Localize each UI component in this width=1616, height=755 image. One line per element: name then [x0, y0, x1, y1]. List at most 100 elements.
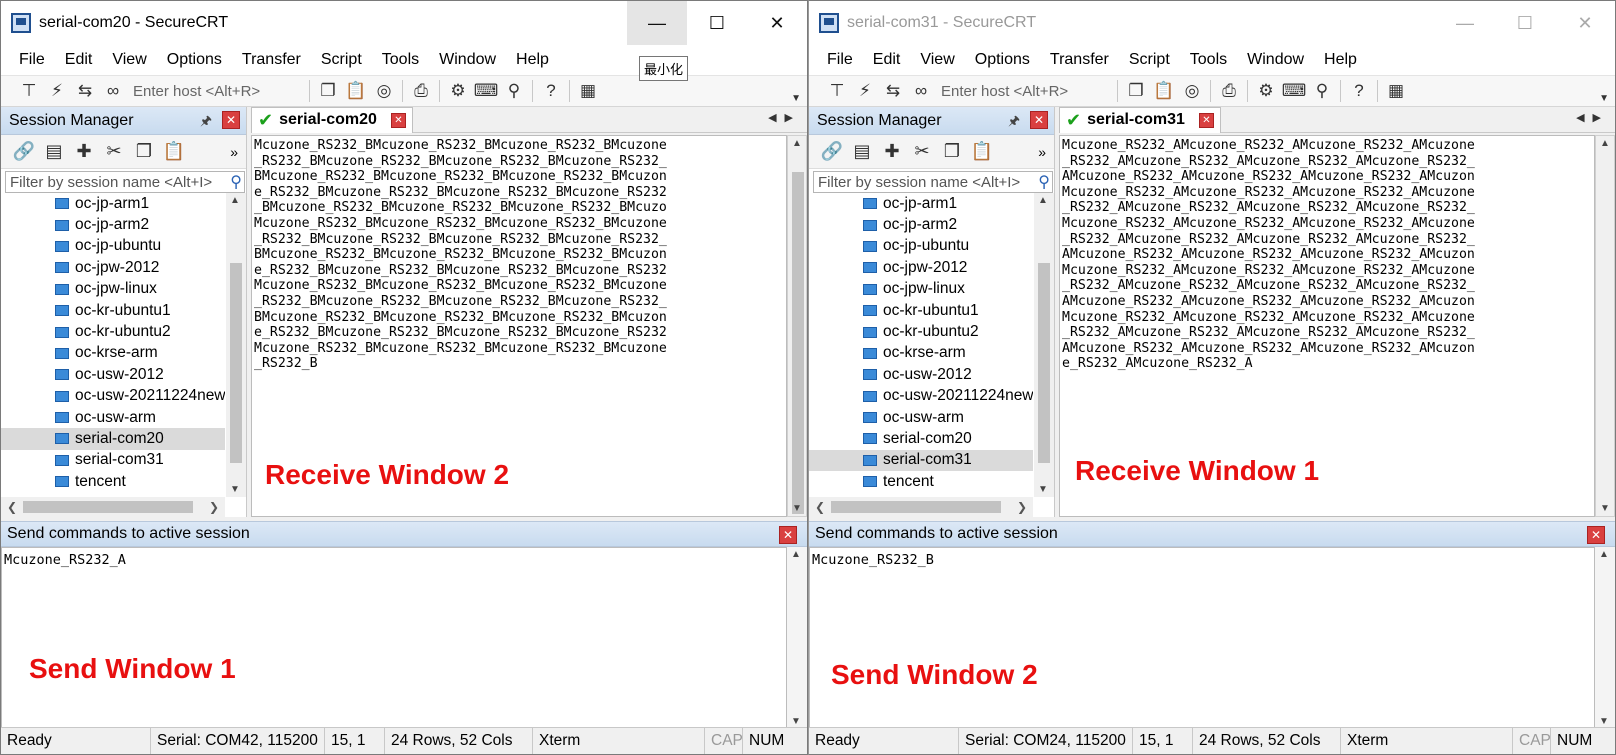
find-icon[interactable]: ◎ [1178, 78, 1206, 104]
more-chevron-icon[interactable]: » [230, 144, 238, 160]
hscroll-thumb[interactable] [831, 501, 1001, 513]
print-icon[interactable]: ⎙ [1215, 78, 1243, 104]
terminal-scrollbar[interactable]: ▲ ▼ [787, 135, 807, 517]
session-item[interactable]: oc-jp-arm2 [809, 214, 1033, 235]
session-item[interactable]: oc-krse-arm [1, 343, 225, 364]
scroll-up-icon[interactable]: ▲ [791, 549, 801, 560]
cut-icon[interactable]: ✂ [907, 139, 937, 165]
menu-script[interactable]: Script [311, 51, 372, 69]
session-tree-hscrollbar[interactable]: ❮ ❯ [809, 497, 1033, 517]
host-input[interactable]: Enter host <Alt+R> [127, 79, 305, 103]
scroll-left-icon[interactable]: ❮ [815, 500, 825, 514]
link-icon[interactable]: 🔗 [9, 139, 39, 165]
scroll-down-icon[interactable]: ▼ [230, 484, 240, 495]
close-tab-button[interactable]: ✕ [390, 112, 406, 128]
more-chevron-icon[interactable]: » [1038, 144, 1046, 160]
scroll-thumb[interactable] [230, 263, 242, 463]
reconnect-icon[interactable]: ⇆ [71, 78, 99, 104]
session-item[interactable]: serial-com20 [809, 428, 1033, 449]
session-item[interactable]: oc-jpw-2012 [1, 257, 225, 278]
quick-connect-icon[interactable]: ⚡ [851, 78, 879, 104]
terminal-scrollbar[interactable]: ▲ ▼ [1595, 135, 1615, 517]
session-item-selected[interactable]: serial-com31 [809, 449, 1033, 472]
menu-tools[interactable]: Tools [372, 51, 429, 69]
session-item[interactable]: oc-jp-ubuntu [809, 236, 1033, 257]
session-item[interactable]: oc-kr-ubuntu2 [809, 321, 1033, 342]
copy-icon[interactable]: ❐ [1122, 78, 1150, 104]
scroll-thumb[interactable] [1038, 263, 1050, 463]
session-item[interactable]: oc-jp-arm2 [1, 214, 225, 235]
scroll-up-icon[interactable]: ▲ [1038, 195, 1048, 206]
session-item[interactable]: oc-kr-ubuntu2 [1, 321, 225, 342]
menu-script[interactable]: Script [1119, 51, 1180, 69]
session-tree-scrollbar[interactable]: ▲ ▼ [1034, 193, 1054, 497]
pin-icon[interactable]: 🖈 [1008, 112, 1020, 134]
copy-icon[interactable]: ❐ [314, 78, 342, 104]
session-filter-input[interactable]: Filter by session name <Alt+I> ⚲ [5, 171, 245, 193]
menu-transfer[interactable]: Transfer [1040, 51, 1119, 69]
close-session-manager-button[interactable]: ✕ [1030, 111, 1048, 129]
maximize-button[interactable]: ☐ [687, 1, 747, 45]
title-bar[interactable]: serial-com20 - SecureCRT — ☐ ✕ [1, 1, 807, 45]
host-input[interactable]: Enter host <Alt+R> [935, 79, 1113, 103]
scroll-down-icon[interactable]: ▼ [1600, 503, 1610, 514]
paste-icon[interactable]: 📋 [1150, 78, 1178, 104]
session-item[interactable]: oc-usw-2012 [1, 364, 225, 385]
session-item[interactable]: oc-kr-ubuntu1 [1, 300, 225, 321]
keymap-icon[interactable]: ⌨ [472, 78, 500, 104]
menu-help[interactable]: Help [506, 51, 559, 69]
paste-session-icon[interactable]: 📋 [159, 139, 189, 165]
menu-transfer[interactable]: Transfer [232, 51, 311, 69]
scroll-down-icon[interactable]: ▼ [1599, 716, 1609, 727]
settings-gear-icon[interactable]: ⚙ [444, 78, 472, 104]
send-command-input[interactable]: Mcuzone_RS232_A [1, 547, 787, 729]
menu-window[interactable]: Window [1237, 51, 1314, 69]
session-item[interactable]: oc-jpw-linux [809, 279, 1033, 300]
search-icon[interactable]: ⚲ [230, 172, 242, 192]
close-session-manager-button[interactable]: ✕ [222, 111, 240, 129]
terminal-scroll-thumb[interactable] [792, 172, 804, 514]
hscroll-thumb[interactable] [23, 501, 193, 513]
session-item[interactable]: oc-usw-20211224new [809, 386, 1033, 407]
key-agent-icon[interactable]: ⚲ [500, 78, 528, 104]
scroll-left-icon[interactable]: ❮ [7, 500, 17, 514]
session-item[interactable]: oc-jp-arm1 [809, 193, 1033, 214]
session-item-selected[interactable]: serial-com20 [1, 428, 225, 450]
search-icon[interactable]: ⚲ [1038, 172, 1050, 192]
tab-scroll-arrows-icon[interactable]: ◀▶ [1576, 111, 1609, 124]
menu-options[interactable]: Options [965, 51, 1040, 69]
quick-connect-icon[interactable]: ⚡ [43, 78, 71, 104]
session-item[interactable]: oc-jpw-linux [1, 279, 225, 300]
session-item[interactable]: oc-kr-ubuntu1 [809, 300, 1033, 321]
session-tree-hscrollbar[interactable]: ❮ ❯ [1, 497, 225, 517]
link-icon[interactable]: 🔗 [817, 139, 847, 165]
session-item[interactable]: oc-usw-2012 [809, 364, 1033, 385]
menu-file[interactable]: File [817, 51, 863, 69]
cut-icon[interactable]: ✂ [99, 139, 129, 165]
scroll-up-icon[interactable]: ▲ [792, 138, 802, 149]
pin-icon[interactable]: 🖈 [200, 112, 212, 134]
print-icon[interactable]: ⎙ [407, 78, 435, 104]
session-item[interactable]: oc-usw-arm [1, 407, 225, 428]
tab-window-icon[interactable]: ▤ [847, 139, 877, 165]
help-question-icon[interactable]: ? [537, 78, 565, 104]
menu-view[interactable]: View [102, 51, 156, 69]
scroll-right-icon[interactable]: ❯ [1017, 500, 1027, 514]
menu-help[interactable]: Help [1314, 51, 1367, 69]
session-item[interactable]: oc-jpw-2012 [809, 257, 1033, 278]
close-window-button[interactable]: ✕ [1555, 1, 1615, 45]
session-tab[interactable]: ✔ serial-com31 ✕ [1059, 106, 1221, 133]
toolbar-overflow-icon[interactable]: ▼ [1599, 93, 1609, 104]
help-question-icon[interactable]: ? [1345, 78, 1373, 104]
send-scrollbar[interactable]: ▲ ▼ [1595, 547, 1615, 729]
toolbar-overflow-icon[interactable]: ▼ [791, 93, 801, 104]
find-icon[interactable]: ◎ [370, 78, 398, 104]
paste-session-icon[interactable]: 📋 [967, 139, 997, 165]
session-item[interactable]: oc-jp-ubuntu [1, 236, 225, 257]
session-item[interactable]: tencent [1, 471, 225, 492]
disconnect-icon[interactable]: ∞ [907, 78, 935, 104]
scroll-up-icon[interactable]: ▲ [230, 195, 240, 206]
keymap-icon[interactable]: ⌨ [1280, 78, 1308, 104]
disconnect-icon[interactable]: ∞ [99, 78, 127, 104]
scroll-down-icon[interactable]: ▼ [1038, 484, 1048, 495]
